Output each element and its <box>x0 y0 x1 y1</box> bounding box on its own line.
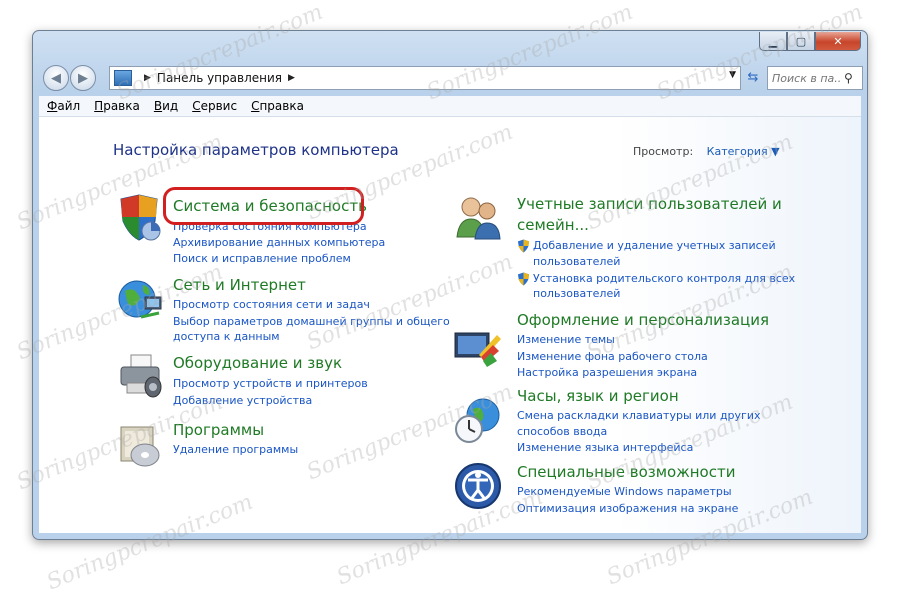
category-link-cont[interactable]: пользователей <box>533 255 620 268</box>
menu-bar: Файл Правка Вид Сервис Справка <box>39 96 861 117</box>
refresh-icon: ⇆ <box>747 69 759 85</box>
back-arrow-icon: ◀ <box>51 70 61 86</box>
category-link[interactable]: Оптимизация изображения на экране <box>517 502 738 515</box>
category-link[interactable]: Удаление программы <box>173 443 298 456</box>
menu-help[interactable]: Справка <box>251 99 304 113</box>
category-link[interactable]: Выбор параметров домашней группы и общег… <box>173 315 450 328</box>
menu-tools[interactable]: Сервис <box>192 99 237 113</box>
category-title[interactable]: Оборудование и звук <box>173 354 342 372</box>
category-link[interactable]: доступа к данным <box>173 330 280 343</box>
category-link[interactable]: Поиск и исправление проблем <box>173 252 351 265</box>
category-link-cont[interactable]: способов ввода <box>517 425 607 438</box>
shield-icon <box>120 194 161 241</box>
view-by-label: Просмотр: <box>633 145 694 158</box>
back-button[interactable]: ◀ <box>43 65 69 91</box>
category-link[interactable]: Добавление и удаление учетных записей <box>533 239 776 252</box>
category-link[interactable]: Архивирование данных компьютера <box>173 236 385 249</box>
search-input[interactable] <box>768 70 842 86</box>
category-title-cont[interactable]: семейн... <box>517 216 589 234</box>
uac-shield-icon <box>517 239 530 253</box>
forward-button[interactable]: ▶ <box>70 65 96 91</box>
personalization-icon <box>454 332 501 367</box>
breadcrumb-chevron-icon[interactable]: ▶ <box>288 73 295 83</box>
users-icon <box>456 197 501 240</box>
category-link[interactable]: Просмотр состояния сети и задач <box>173 298 370 311</box>
category-link[interactable]: Просмотр устройств и принтеров <box>173 377 368 390</box>
content-area: Настройка параметров компьютера Просмотр… <box>39 117 861 533</box>
category-link-cont[interactable]: пользователей <box>533 287 620 300</box>
printer-icon <box>120 354 162 398</box>
forward-arrow-icon: ▶ <box>78 70 88 86</box>
category-title[interactable]: Часы, язык и регион <box>517 387 679 405</box>
menu-view[interactable]: Вид <box>154 99 178 113</box>
menu-file[interactable]: Файл <box>47 99 80 113</box>
search-box[interactable]: ⚲ <box>767 66 863 90</box>
uac-shield-icon <box>517 272 530 286</box>
category-link[interactable]: Настройка разрешения экрана <box>517 366 697 379</box>
search-icon[interactable]: ⚲ <box>844 71 853 85</box>
category-link[interactable]: Рекомендуемые Windows параметры <box>517 485 732 498</box>
